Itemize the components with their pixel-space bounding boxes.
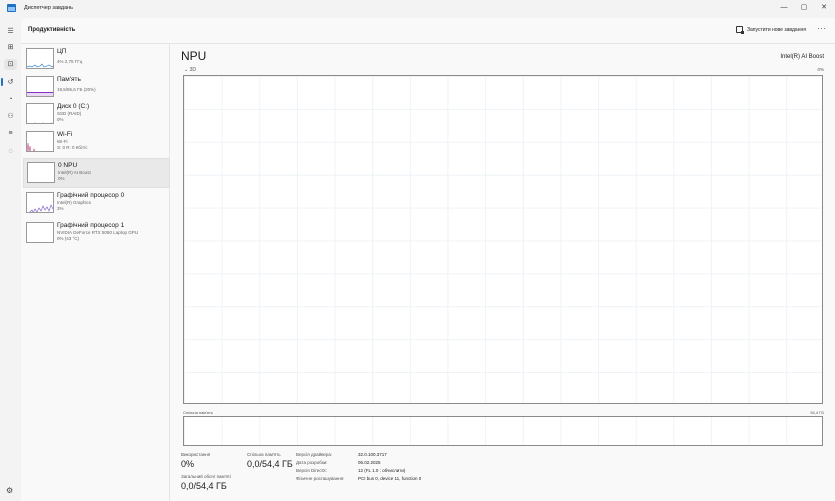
cpu-thumbnail	[26, 48, 54, 69]
device-name: ЦП	[57, 48, 67, 55]
page-header: Продуктивність Запустити нове завдання ·…	[21, 18, 835, 44]
npu-thumbnail	[27, 162, 55, 183]
wifi-thumbnail	[26, 131, 54, 152]
device-item-gpu-1[interactable]: Графічний процесор 1 NVIDIA GeForce RTX …	[23, 219, 170, 249]
maximize-button[interactable]: ▢	[797, 2, 811, 14]
performance-icon[interactable]: ⊡	[4, 59, 17, 70]
shared-memory-graph	[183, 416, 823, 446]
active-indicator	[1, 78, 3, 86]
device-item-cpu[interactable]: ЦП 4% 2,75 ГГц	[23, 45, 170, 75]
device-detail: 4% 2,75 ГГц	[57, 59, 83, 64]
device-name: Wi-Fi	[57, 131, 73, 138]
device-item-wifi[interactable]: Wi-Fi Wi-Fi S: 0 R: 0 Кбіт/с	[23, 128, 170, 158]
utilization-graph	[183, 75, 823, 404]
device-model: Intel(R) AI Boost	[780, 54, 824, 60]
memory-thumbnail	[26, 76, 54, 97]
physical-location-label: Фізичне розташування:	[296, 476, 345, 481]
device-usage: 0%	[58, 176, 65, 181]
device-usage: 0%	[57, 117, 64, 122]
disk-thumbnail	[26, 103, 54, 124]
shared-memory-label: Спільна пам'ять	[183, 410, 213, 415]
startup-apps-icon[interactable]: ◔	[4, 94, 17, 105]
services-icon[interactable]: ◌	[4, 146, 17, 157]
device-item-npu[interactable]: 0 NPU Intel(R) AI Boost 0%	[23, 158, 170, 188]
users-icon[interactable]: ⚇	[4, 111, 17, 122]
page-title: Продуктивність	[28, 27, 76, 33]
processes-icon[interactable]: ⊞	[4, 42, 17, 53]
device-throughput: S: 0 R: 0 Кбіт/с	[57, 145, 88, 150]
gpu1-thumbnail	[26, 222, 54, 243]
menu-icon[interactable]: ☰	[4, 26, 17, 37]
shared-memory-max: 54,4 ГБ	[810, 410, 824, 415]
gpu0-thumbnail	[26, 192, 54, 213]
device-detail: Intel(R) AI Boost	[58, 170, 91, 175]
driver-date-label: Дата розробки:	[296, 460, 328, 465]
driver-version-label: Версія драйвера:	[296, 452, 333, 457]
device-usage: 0% (43 °C)	[57, 236, 80, 241]
driver-version-value: 32.0.100.3717	[358, 452, 387, 457]
title-bar: Диспетчер завдань — ▢ ✕	[0, 0, 835, 18]
app-history-icon[interactable]: ↺	[4, 77, 17, 88]
device-item-disk[interactable]: Диск 0 (C:) SSD (RAID) 0%	[23, 100, 170, 130]
device-name: Диск 0 (C:)	[57, 103, 90, 110]
device-detail: SSD (RAID)	[57, 111, 82, 116]
device-name: Графічний процесор 1	[57, 222, 125, 229]
device-usage: 3%	[57, 206, 64, 211]
device-detail: 19,5/95,6 ГБ (20%)	[57, 87, 96, 92]
engine-label: 3D	[189, 67, 196, 73]
details-icon[interactable]: ≡	[4, 128, 17, 139]
run-task-label: Запустити нове завдання	[747, 26, 806, 33]
device-detail: Wi-Fi	[57, 139, 68, 144]
total-memory-value: 0,0/54,4 ГБ	[181, 481, 227, 491]
shared-memory-stat-value: 0,0/54,4 ГБ	[247, 459, 293, 469]
device-name: Пам'ять	[57, 76, 81, 83]
device-name: Графічний процесор 0	[57, 192, 125, 199]
window-title: Диспетчер завдань	[24, 5, 74, 11]
device-name: 0 NPU	[58, 162, 78, 169]
minimize-button[interactable]: —	[777, 2, 791, 14]
run-new-task-button[interactable]: Запустити нове завдання	[736, 26, 806, 34]
shared-memory-stat-label: Спільна пам'ять	[247, 452, 281, 457]
settings-icon[interactable]: ⚙	[6, 486, 13, 495]
run-task-icon	[736, 26, 744, 34]
device-list: ЦП 4% 2,75 ГГц Пам'ять 19,5/95,6 ГБ (20%…	[21, 44, 170, 501]
engine-max-percent: 0%	[817, 67, 824, 72]
device-title: NPU	[181, 49, 207, 63]
directx-version-value: 12 (FL 1.0 : обчислити)	[358, 468, 406, 473]
performance-content: ЦП 4% 2,75 ГГц Пам'ять 19,5/95,6 ГБ (20%…	[21, 44, 835, 501]
engine-selector[interactable]: ⌄ 3D	[184, 67, 196, 73]
close-button[interactable]: ✕	[817, 2, 831, 14]
navigation-rail: ☰ ⊞ ⊡ ↺ ◔ ⚇ ≡ ◌	[0, 18, 21, 501]
total-memory-label: Загальний обсяг пам'яті	[181, 474, 231, 479]
more-options-button[interactable]: ···	[817, 24, 827, 33]
device-detail: Intel(R) Graphics	[57, 200, 92, 205]
task-manager-icon	[7, 4, 16, 12]
physical-location-value: PCI bus 0, device 11, function 0	[358, 476, 422, 481]
utilization-label: Використання	[181, 452, 211, 457]
device-detail: NVIDIA GeForce RTX 5090 Laptop GPU	[57, 230, 138, 235]
device-item-memory[interactable]: Пам'ять 19,5/95,6 ГБ (20%)	[23, 73, 170, 103]
driver-date-value: 06.02.2025	[358, 460, 381, 465]
utilization-value: 0%	[181, 459, 195, 469]
directx-version-label: Версія DirectX:	[296, 468, 327, 473]
device-item-gpu-0[interactable]: Графічний процесор 0 Intel(R) Graphics 3…	[23, 189, 170, 219]
